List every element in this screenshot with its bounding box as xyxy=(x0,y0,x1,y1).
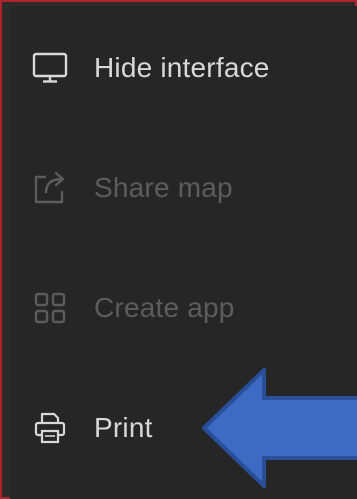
screenshot-frame: Hide interface Share map Create app Prin… xyxy=(0,0,357,499)
share-map-menu-item[interactable]: Share map xyxy=(10,158,357,218)
create-app-menu-item[interactable]: Create app xyxy=(10,278,357,338)
monitor-icon xyxy=(32,50,68,86)
apps-grid-icon xyxy=(32,290,68,326)
create-app-label: Create app xyxy=(94,292,235,323)
share-map-label: Share map xyxy=(94,172,233,203)
share-icon xyxy=(32,170,68,206)
callout-arrow-icon xyxy=(202,368,357,488)
print-label: Print xyxy=(94,412,153,443)
hide-interface-label: Hide interface xyxy=(94,52,270,83)
hide-interface-menu-item[interactable]: Hide interface xyxy=(10,38,357,98)
printer-icon xyxy=(32,410,68,446)
